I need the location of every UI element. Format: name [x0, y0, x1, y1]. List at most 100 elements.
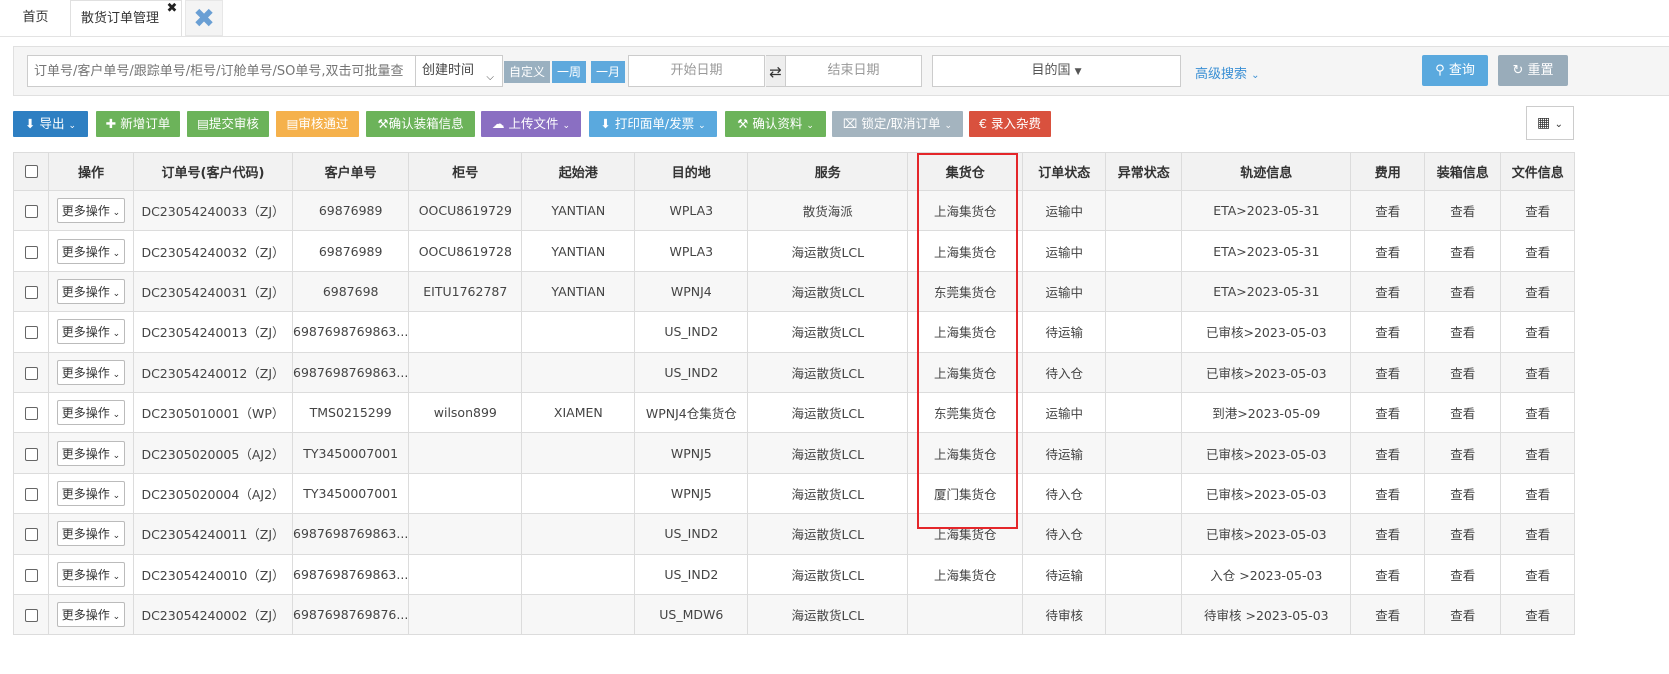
row-checkbox[interactable] [24, 487, 38, 501]
advanced-search-link[interactable]: 高级搜索 ⌄ [1195, 63, 1260, 82]
table-row[interactable]: 更多操作 ⌄ DC2305020005（AJ2） TY3450007001 WPNJ5… [13, 432, 1576, 474]
query-button[interactable]: ⚲ 查询 [1422, 55, 1488, 86]
fee-view-link[interactable]: 查看 [1350, 553, 1426, 595]
row-checkbox[interactable] [24, 447, 38, 461]
more-actions-button[interactable]: 更多操作 ⌄ [56, 359, 126, 385]
table-row[interactable]: 更多操作 ⌄ DC23054240033（ZJ） 69876989 OOCU86197… [13, 189, 1576, 232]
table-row[interactable]: 更多操作 ⌄ DC2305010001（WP） TMS0215299 wilson89… [13, 391, 1576, 434]
files-view-link[interactable]: 查看 [1500, 311, 1576, 353]
tracking-link[interactable]: 待审核 >2023-05-03 [1181, 593, 1352, 636]
approve-button[interactable]: ▤审核通过 [276, 111, 359, 137]
files-view-link[interactable]: 查看 [1500, 593, 1576, 636]
order-no-link[interactable]: DC2305020005（AJ2） [133, 432, 293, 474]
tracking-link[interactable]: ETA>2023-05-31 [1181, 270, 1352, 313]
row-checkbox[interactable] [24, 285, 38, 299]
header-order-no[interactable]: 订单号(客户代码) [133, 152, 293, 191]
header-fee[interactable]: 费用 [1350, 152, 1426, 191]
row-checkbox[interactable] [24, 528, 38, 542]
select-all-checkbox[interactable] [24, 165, 38, 178]
fee-view-link[interactable]: 查看 [1350, 311, 1426, 353]
files-view-link[interactable]: 查看 [1500, 351, 1576, 393]
files-view-link[interactable]: 查看 [1500, 189, 1576, 232]
packing-view-link[interactable]: 查看 [1424, 593, 1502, 636]
tracking-link[interactable]: 已审核>2023-05-03 [1181, 513, 1352, 555]
header-destination[interactable]: 目的地 [634, 152, 749, 191]
tracking-link[interactable]: ETA>2023-05-31 [1181, 230, 1352, 272]
tracking-link[interactable]: 已审核>2023-05-03 [1181, 351, 1352, 393]
fee-view-link[interactable]: 查看 [1350, 189, 1426, 232]
row-checkbox[interactable] [24, 326, 38, 340]
row-checkbox[interactable] [24, 407, 38, 421]
row-checkbox[interactable] [24, 205, 38, 219]
table-row[interactable]: 更多操作 ⌄ DC23054240012（ZJ） 6987698769863... U… [13, 351, 1576, 393]
order-no-link[interactable]: DC2305010001（WP） [133, 391, 293, 434]
fee-view-link[interactable]: 查看 [1350, 270, 1426, 313]
files-view-link[interactable]: 查看 [1500, 472, 1576, 515]
more-actions-button[interactable]: 更多操作 ⌄ [56, 480, 126, 506]
destination-country-select[interactable]: 目的国 ▼ [932, 55, 1181, 87]
column-toggle-button[interactable]: ▦ ⌄ [1526, 106, 1574, 140]
order-no-link[interactable]: DC23054240012（ZJ） [133, 351, 293, 393]
upload-file-button[interactable]: ☁ 上传文件 ⌄ [481, 111, 581, 137]
order-search-input[interactable] [27, 55, 417, 87]
packing-view-link[interactable]: 查看 [1424, 311, 1502, 353]
order-no-link[interactable]: DC23054240032（ZJ） [133, 230, 293, 272]
packing-view-link[interactable]: 查看 [1424, 391, 1502, 434]
files-view-link[interactable]: 查看 [1500, 513, 1576, 555]
order-no-link[interactable]: DC23054240033（ZJ） [133, 189, 293, 232]
more-actions-button[interactable]: 更多操作 ⌄ [56, 561, 126, 587]
packing-view-link[interactable]: 查看 [1424, 351, 1502, 393]
enter-misc-fee-button[interactable]: € 录入杂费 [969, 111, 1051, 137]
fee-view-link[interactable]: 查看 [1350, 432, 1426, 474]
row-checkbox[interactable] [24, 245, 38, 259]
confirm-docs-button[interactable]: ⚒ 确认资料 ⌄ [725, 111, 826, 137]
close-all-tabs-icon[interactable]: ✖ [185, 0, 223, 36]
reset-button[interactable]: ↻ 重置 [1498, 55, 1568, 86]
header-warehouse[interactable]: 集货仓 [907, 152, 1024, 191]
table-row[interactable]: 更多操作 ⌄ DC23054240002（ZJ） 6987698769876... U… [13, 593, 1576, 636]
fee-view-link[interactable]: 查看 [1350, 391, 1426, 434]
fee-view-link[interactable]: 查看 [1350, 593, 1426, 636]
header-customer-no[interactable]: 客户单号 [291, 152, 410, 191]
table-row[interactable]: 更多操作 ⌄ DC23054240011（ZJ） 6987698769863... U… [13, 513, 1576, 555]
export-button[interactable]: ⬇ 导出 ⌄ [13, 111, 88, 137]
more-actions-button[interactable]: 更多操作 ⌄ [56, 521, 126, 547]
fee-view-link[interactable]: 查看 [1350, 472, 1426, 515]
header-exception-status[interactable]: 异常状态 [1105, 152, 1183, 191]
tracking-link[interactable]: ETA>2023-05-31 [1181, 189, 1352, 232]
packing-view-link[interactable]: 查看 [1424, 513, 1502, 555]
tracking-link[interactable]: 到港>2023-05-09 [1181, 391, 1352, 434]
more-actions-button[interactable]: 更多操作 ⌄ [56, 198, 126, 224]
packing-view-link[interactable]: 查看 [1424, 472, 1502, 515]
custom-range-button[interactable]: 自定义 [504, 61, 551, 83]
header-order-status[interactable]: 订单状态 [1022, 152, 1107, 191]
more-actions-button[interactable]: 更多操作 ⌄ [56, 440, 126, 466]
header-origin-port[interactable]: 起始港 [521, 152, 636, 191]
files-view-link[interactable]: 查看 [1500, 391, 1576, 434]
tracking-link[interactable]: 已审核>2023-05-03 [1181, 311, 1352, 353]
order-no-link[interactable]: DC23054240031（ZJ） [133, 270, 293, 313]
order-no-link[interactable]: DC2305020004（AJ2） [133, 472, 293, 515]
header-service[interactable]: 服务 [747, 152, 909, 191]
more-actions-button[interactable]: 更多操作 ⌄ [56, 602, 126, 628]
files-view-link[interactable]: 查看 [1500, 270, 1576, 313]
one-week-button[interactable]: 一周 [552, 61, 587, 83]
order-no-link[interactable]: DC23054240013（ZJ） [133, 311, 293, 353]
files-view-link[interactable]: 查看 [1500, 553, 1576, 595]
tracking-link[interactable]: 已审核>2023-05-03 [1181, 432, 1352, 474]
order-no-link[interactable]: DC23054240002（ZJ） [133, 593, 293, 636]
tracking-link[interactable]: 已审核>2023-05-03 [1181, 472, 1352, 515]
tracking-link[interactable]: 入仓 >2023-05-03 [1181, 553, 1352, 595]
header-files[interactable]: 文件信息 [1500, 152, 1576, 191]
table-row[interactable]: 更多操作 ⌄ DC23054240010（ZJ） 6987698769863... U… [13, 553, 1576, 595]
table-row[interactable]: 更多操作 ⌄ DC2305020004（AJ2） TY3450007001 WPNJ5… [13, 472, 1576, 515]
header-packing[interactable]: 装箱信息 [1424, 152, 1502, 191]
packing-view-link[interactable]: 查看 [1424, 432, 1502, 474]
header-tracking[interactable]: 轨迹信息 [1181, 152, 1352, 191]
date-type-select[interactable]: 创建时间 ⌵ [415, 55, 503, 87]
fee-view-link[interactable]: 查看 [1350, 351, 1426, 393]
header-container-no[interactable]: 柜号 [408, 152, 523, 191]
packing-view-link[interactable]: 查看 [1424, 189, 1502, 232]
lock-cancel-order-button[interactable]: ⌧ 锁定/取消订单 ⌄ [832, 111, 963, 137]
row-checkbox[interactable] [24, 568, 38, 582]
